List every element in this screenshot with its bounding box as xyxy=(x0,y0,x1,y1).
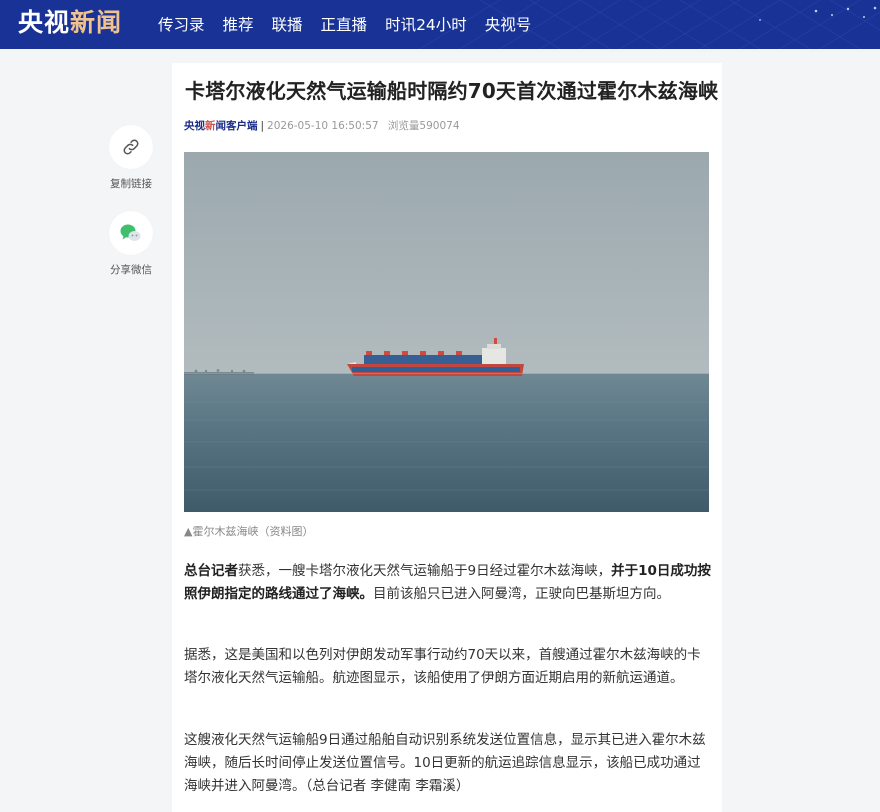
logo-text-part2: 新闻 xyxy=(70,8,123,37)
nav-item-recommend[interactable]: 推荐 xyxy=(223,5,254,45)
p1-text-a: 获悉，一艘卡塔尔液化天然气运输船于9日经过霍尔木兹海峡， xyxy=(238,563,612,579)
image-caption: ▲霍尔木兹海峡（资料图） xyxy=(184,525,314,538)
source-part2: 新 xyxy=(205,120,216,132)
article-card: 卡塔尔液化天然气运输船时隔约70天首次通过霍尔木兹海峡 央视新闻客户端 | 2026… xyxy=(172,63,722,812)
article-image xyxy=(184,152,709,512)
article-source[interactable]: 央视新闻客户端 xyxy=(184,120,258,132)
views-label: 浏览量 xyxy=(387,120,420,132)
sea-ship-photo xyxy=(184,152,709,512)
nav-item-cctv-account[interactable]: 央视号 xyxy=(485,5,532,45)
copy-link-control[interactable]: 复制链接 xyxy=(108,125,154,191)
main-nav: 传习录 推荐 联播 正直播 时讯24小时 央视号 xyxy=(158,0,549,49)
article-meta: 央视新闻客户端 | 2026-05-10 16:50:57 浏览量590074 xyxy=(184,118,460,133)
source-part1: 央视 xyxy=(184,120,205,132)
share-wechat-control[interactable]: 分享微信 xyxy=(108,211,154,277)
nav-item-live[interactable]: 正直播 xyxy=(321,5,368,45)
nav-item-chuanxilu[interactable]: 传习录 xyxy=(158,5,205,45)
article-paragraph-1: 总台记者获悉，一艘卡塔尔液化天然气运输船于9日经过霍尔木兹海峡，并于10日成功按… xyxy=(184,560,712,606)
views-count: 590074 xyxy=(419,120,460,132)
reporter-lead: 总台记者 xyxy=(184,563,238,579)
share-wechat-button[interactable] xyxy=(109,211,153,255)
article-paragraph-3: 这艘液化天然气运输船9日通过船舶自动识别系统发送位置信息，显示其已进入霍尔木兹海… xyxy=(184,732,706,794)
nav-item-24h-news[interactable]: 时讯24小时 xyxy=(385,5,467,45)
meta-separator: | xyxy=(260,120,265,132)
site-logo[interactable]: 央视新闻 xyxy=(18,6,122,40)
p1-text-b: 目前该船只已进入阿曼湾，正驶向巴基斯坦方向。 xyxy=(373,586,670,602)
article-paragraph-2: 据悉，这是美国和以色列对伊朗发动军事行动约70天以来，首艘通过霍尔木兹海峡的卡塔… xyxy=(184,647,701,686)
top-header: 央视新闻 传习录 推荐 联播 正直播 时讯24小时 央视号 xyxy=(0,0,880,49)
nav-item-lianbo[interactable]: 联播 xyxy=(272,5,303,45)
source-part3: 闻客户端 xyxy=(215,120,258,132)
share-wechat-label: 分享微信 xyxy=(110,264,152,276)
logo-text-part1: 央视 xyxy=(18,8,71,37)
copy-link-label: 复制链接 xyxy=(110,178,152,190)
wechat-icon xyxy=(120,224,141,241)
article-title: 卡塔尔液化天然气运输船时隔约70天首次通过霍尔木兹海峡 xyxy=(185,79,719,103)
article-datetime: 2026-05-10 16:50:57 xyxy=(267,120,379,132)
link-icon xyxy=(123,139,139,155)
copy-link-button[interactable] xyxy=(109,125,153,169)
